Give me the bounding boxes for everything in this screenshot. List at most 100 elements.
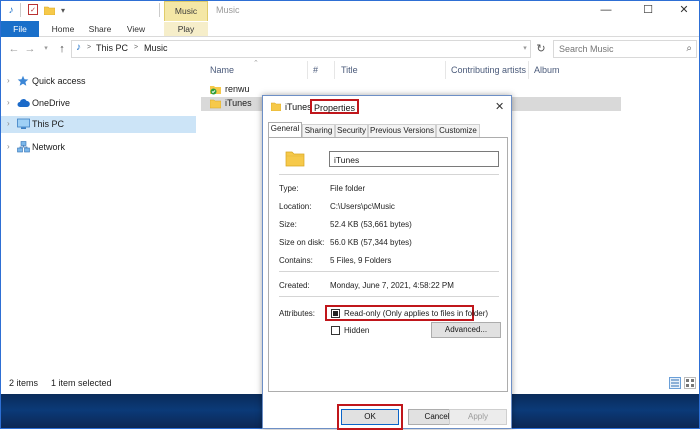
expand-chevron-icon[interactable]: › <box>7 142 10 151</box>
dialog-title-folder: iTunes <box>285 102 312 112</box>
contains-label: Contains: <box>279 256 313 265</box>
created-value: Monday, June 7, 2021, 4:58:22 PM <box>330 281 454 290</box>
nav-item-quick-access[interactable]: › Quick access <box>1 73 196 90</box>
nav-item-label: Network <box>32 142 66 152</box>
attributes-label: Attributes: <box>279 309 316 318</box>
window-title: Music <box>216 5 240 15</box>
dialog-tab-bar: General Sharing Security Previous Versio… <box>268 122 508 137</box>
dialog-title-properties: Properties <box>310 99 360 114</box>
toolbar-divider <box>20 3 21 17</box>
type-label: Type: <box>279 184 299 193</box>
navigation-pane: › Quick access › OneDrive › This PC › Ne… <box>1 61 196 371</box>
readonly-checkbox[interactable] <box>331 309 340 318</box>
tab-view[interactable]: View <box>121 22 151 36</box>
network-icon <box>17 141 30 153</box>
tab-sharing[interactable]: Sharing <box>302 124 335 137</box>
general-tab-panel: iTunes Type: File folder Location: C:\Us… <box>268 137 508 392</box>
nav-item-this-pc[interactable]: › This PC <box>1 116 196 133</box>
column-header-number[interactable]: # <box>313 65 318 75</box>
dialog-title: iTunes Properties <box>285 99 360 114</box>
properties-quick-icon[interactable]: ✓ <box>28 4 38 15</box>
tab-customize[interactable]: Customize <box>436 124 480 137</box>
details-view-icon[interactable] <box>669 377 681 389</box>
breadcrumb-music[interactable]: Music <box>144 43 168 53</box>
large-icons-view-icon[interactable] <box>684 377 696 389</box>
column-divider[interactable] <box>445 61 446 79</box>
maximize-button[interactable]: ☐ <box>633 3 663 19</box>
recent-locations-chevron-icon[interactable]: ▾ <box>39 42 53 56</box>
apply-button[interactable]: Apply <box>449 409 507 425</box>
search-icon: ⌕ <box>686 43 692 54</box>
address-dropdown-chevron-icon[interactable]: ▾ <box>518 42 532 56</box>
readonly-label: Read-only (Only applies to files in fold… <box>344 309 489 318</box>
expand-chevron-icon[interactable]: › <box>7 98 10 107</box>
ok-button[interactable]: OK <box>341 409 399 425</box>
breadcrumb-separator: > <box>134 44 139 51</box>
cloud-icon <box>17 97 30 109</box>
nav-item-onedrive[interactable]: › OneDrive <box>1 95 196 112</box>
size-label: Size: <box>279 220 297 229</box>
divider <box>279 296 499 297</box>
music-tools-contextual-tab: Music Tools <box>164 1 208 34</box>
hidden-label: Hidden <box>344 326 370 335</box>
divider <box>279 271 499 272</box>
minimize-button[interactable]: — <box>591 3 621 19</box>
status-selection: 1 item selected <box>51 378 112 388</box>
file-name: renwu <box>225 84 250 94</box>
expand-chevron-icon[interactable]: › <box>7 119 10 128</box>
new-folder-quick-icon[interactable] <box>43 4 55 16</box>
column-divider[interactable] <box>334 61 335 79</box>
ribbon-tab-bar: File Home Share View Play <box>1 21 699 37</box>
toolbar-divider <box>159 3 160 17</box>
music-app-icon: ♪ <box>8 4 14 16</box>
tab-play[interactable]: Play <box>164 22 208 36</box>
contains-value: 5 Files, 9 Folders <box>330 256 392 265</box>
nav-item-network[interactable]: › Network <box>1 139 196 156</box>
nav-item-label: This PC <box>32 119 65 129</box>
column-header-album[interactable]: Album <box>534 65 560 75</box>
breadcrumb-this-pc[interactable]: This PC <box>96 43 128 53</box>
created-label: Created: <box>279 281 310 290</box>
tab-file[interactable]: File <box>1 21 39 37</box>
location-label: Location: <box>279 202 312 211</box>
up-arrow-icon[interactable]: ↑ <box>55 42 69 56</box>
advanced-button[interactable]: Advanced... <box>431 322 501 338</box>
tab-security[interactable]: Security <box>335 124 368 137</box>
nav-item-label: OneDrive <box>32 98 71 108</box>
address-bar[interactable]: ♪ > This PC > Music <box>71 40 531 58</box>
column-header-contributing-artists[interactable]: Contributing artists <box>451 65 526 75</box>
column-header-name[interactable]: Name <box>210 65 234 75</box>
breadcrumb-separator: > <box>87 44 92 51</box>
star-icon <box>17 75 29 87</box>
address-row: ← → ▾ ↑ ♪ > This PC > Music ▾ ↻ ⌕ <box>1 38 699 60</box>
search-input[interactable] <box>554 41 674 57</box>
search-box[interactable]: ⌕ <box>553 40 697 58</box>
title-bar: ♪ ✓ ▾ Music Tools Music — ☐ ✕ <box>1 1 699 34</box>
sort-chevron-icon: ⌃ <box>253 60 259 67</box>
synced-folder-icon <box>210 84 221 95</box>
hidden-checkbox[interactable] <box>331 326 340 335</box>
location-value: C:\Users\pc\Music <box>330 202 395 211</box>
tab-previous-versions[interactable]: Previous Versions <box>368 124 436 137</box>
column-header-title[interactable]: Title <box>341 65 358 75</box>
folder-name-field[interactable]: iTunes <box>329 151 499 167</box>
column-divider[interactable] <box>307 61 308 79</box>
file-name: iTunes <box>225 98 252 108</box>
expand-chevron-icon[interactable]: › <box>7 76 10 85</box>
tab-general[interactable]: General <box>268 122 302 137</box>
close-button[interactable]: ✕ <box>669 3 699 19</box>
refresh-icon[interactable]: ↻ <box>534 42 548 56</box>
tab-share[interactable]: Share <box>85 22 115 36</box>
size-on-disk-value: 56.0 KB (57,344 bytes) <box>330 238 412 247</box>
folder-icon <box>209 98 222 109</box>
large-folder-icon <box>285 149 305 167</box>
column-divider[interactable] <box>528 61 529 79</box>
back-arrow-icon[interactable]: ← <box>7 42 21 56</box>
size-value: 52.4 KB (53,661 bytes) <box>330 220 412 229</box>
customize-quick-access-icon[interactable]: ▾ <box>57 4 69 16</box>
tab-home[interactable]: Home <box>45 22 81 36</box>
status-item-count: 2 items <box>9 378 39 388</box>
forward-arrow-icon[interactable]: → <box>23 42 37 56</box>
dialog-close-button[interactable]: ✕ <box>495 100 504 113</box>
properties-dialog: iTunes Properties ✕ General Sharing Secu… <box>262 95 512 430</box>
